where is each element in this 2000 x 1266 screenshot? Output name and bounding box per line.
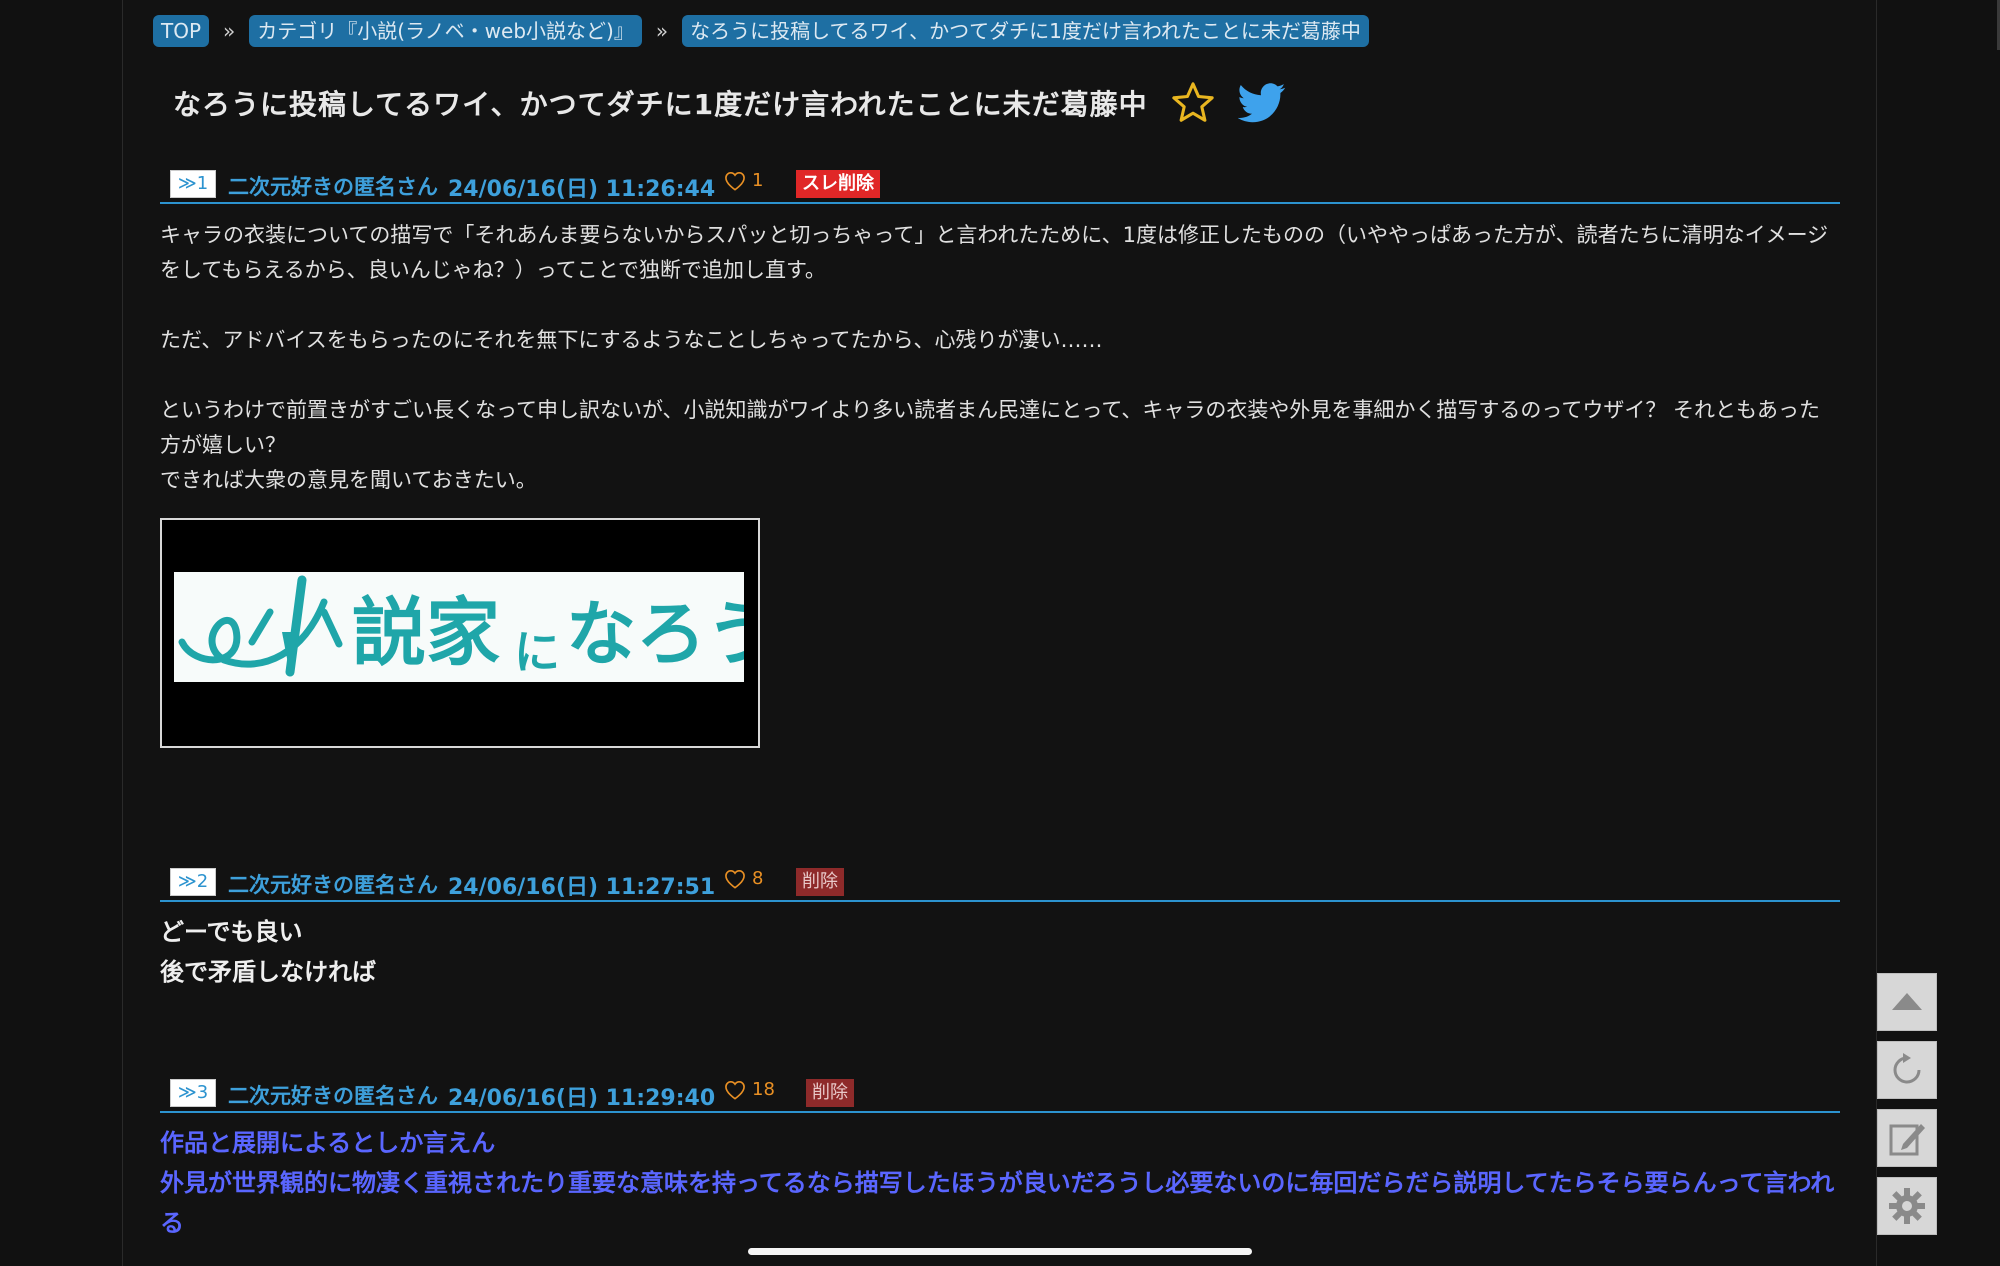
write-post-button[interactable] [1877, 1109, 1937, 1167]
like-count: 8 [752, 868, 764, 889]
heart-icon [725, 171, 745, 191]
breadcrumb-thread-link[interactable]: なろうに投稿してるワイ、かつてダチに1度だけ言われたことに未だ葛藤中 [682, 15, 1369, 47]
twitter-share-icon[interactable] [1237, 83, 1286, 123]
post-author: 二次元好きの匿名さん [228, 175, 438, 199]
post-date: 24/06/16(日) 11:27:51 [448, 875, 716, 900]
page-title: なろうに投稿してるワイ、かつてダチに1度だけ言われたことに未だ葛藤中 [173, 88, 1148, 121]
heart-icon [725, 869, 745, 889]
breadcrumb-top-link[interactable]: TOP [153, 15, 210, 47]
post-number-link[interactable]: ≫2 [170, 868, 216, 896]
home-indicator [748, 1248, 1252, 1255]
delete-button[interactable]: 削除 [806, 1079, 854, 1107]
post-line: 外見が世界観的に物凄く重視されたり重要な意味を持ってるなら描写したほうが良いだろ… [160, 1169, 1835, 1237]
post-1: ≫1 二次元好きの匿名さん 24/06/16(日) 11:26:44 1 スレ削… [160, 166, 1840, 498]
gear-icon [1889, 1188, 1925, 1224]
settings-button[interactable] [1877, 1177, 1937, 1235]
floating-toolbar [1877, 973, 1937, 1245]
post-paragraph: キャラの衣装についての描写で「それあんま要らないからスパッと切っちゃって」と言わ… [160, 223, 1829, 282]
post-line: 後で矛盾しなければ [160, 958, 376, 986]
reload-button[interactable] [1877, 1041, 1937, 1099]
post-line: どーでも良い [160, 918, 303, 946]
narou-logo-image: 説家 に なろう [178, 575, 744, 679]
post-image[interactable]: 説家 に なろう [160, 518, 760, 748]
like-button[interactable]: 1 [724, 170, 763, 191]
like-count: 1 [752, 170, 764, 191]
breadcrumb: TOP » カテゴリ『小説(ラノベ・web小説など)』 » なろうに投稿してるワ… [153, 15, 1369, 47]
thread-delete-button[interactable]: スレ削除 [796, 170, 880, 198]
like-button[interactable]: 18 [724, 1079, 775, 1100]
heart-icon [725, 1080, 745, 1100]
svg-text:説家: 説家 [352, 590, 500, 676]
post-number-link[interactable]: ≫1 [170, 170, 216, 198]
post-2: ≫2 二次元好きの匿名さん 24/06/16(日) 11:27:51 8 削除 … [160, 864, 1840, 992]
breadcrumb-category-link[interactable]: カテゴリ『小説(ラノベ・web小説など)』 [249, 15, 642, 47]
breadcrumb-separator: » [223, 19, 236, 43]
post-body: どーでも良い 後で矛盾しなければ [160, 912, 1840, 992]
post-body: キャラの衣装についての描写で「それあんま要らないからスパッと切っちゃって」と言わ… [160, 218, 1840, 498]
svg-text:なろう: なろう [566, 592, 744, 675]
post-body: 作品と展開によるとしか言えん 外見が世界観的に物凄く重視されたり重要な意味を持っ… [160, 1123, 1840, 1243]
scroll-top-button[interactable] [1877, 973, 1937, 1031]
like-count: 18 [752, 1079, 775, 1100]
post-header: ≫1 二次元好きの匿名さん 24/06/16(日) 11:26:44 1 スレ削… [160, 166, 1840, 204]
favorite-star-icon[interactable] [1170, 80, 1216, 126]
like-button[interactable]: 8 [724, 868, 763, 889]
arrow-up-icon [1892, 993, 1922, 1010]
edit-icon [1889, 1124, 1925, 1156]
post-3: ≫3 二次元好きの匿名さん 24/06/16(日) 11:29:40 18 削除… [160, 1075, 1840, 1243]
post-number-link[interactable]: ≫3 [170, 1079, 216, 1107]
site-logo-banner: 説家 に なろう [174, 572, 744, 682]
svg-text:に: に [514, 625, 560, 679]
refresh-icon [1893, 1053, 1921, 1084]
post-paragraph: というわけで前置きがすごい長くなって申し訳ないが、小説知識がワイより多い読者まん… [160, 398, 1820, 492]
post-date: 24/06/16(日) 11:26:44 [448, 177, 716, 202]
title-row: なろうに投稿してるワイ、かつてダチに1度だけ言われたことに未だ葛藤中 [173, 80, 1286, 126]
post-author: 二次元好きの匿名さん [228, 1084, 438, 1108]
breadcrumb-separator: » [655, 19, 669, 43]
post-date: 24/06/16(日) 11:29:40 [448, 1086, 716, 1111]
post-line: 作品と展開によるとしか言えん [160, 1129, 496, 1157]
post-paragraph: ただ、アドバイスをもらったのにそれを無下にするようなことしちゃってたから、心残り… [160, 328, 1103, 352]
post-author: 二次元好きの匿名さん [228, 873, 438, 897]
post-header: ≫2 二次元好きの匿名さん 24/06/16(日) 11:27:51 8 削除 [160, 864, 1840, 902]
delete-button[interactable]: 削除 [796, 868, 844, 896]
post-header: ≫3 二次元好きの匿名さん 24/06/16(日) 11:29:40 18 削除 [160, 1075, 1840, 1113]
left-margin [0, 0, 123, 1266]
